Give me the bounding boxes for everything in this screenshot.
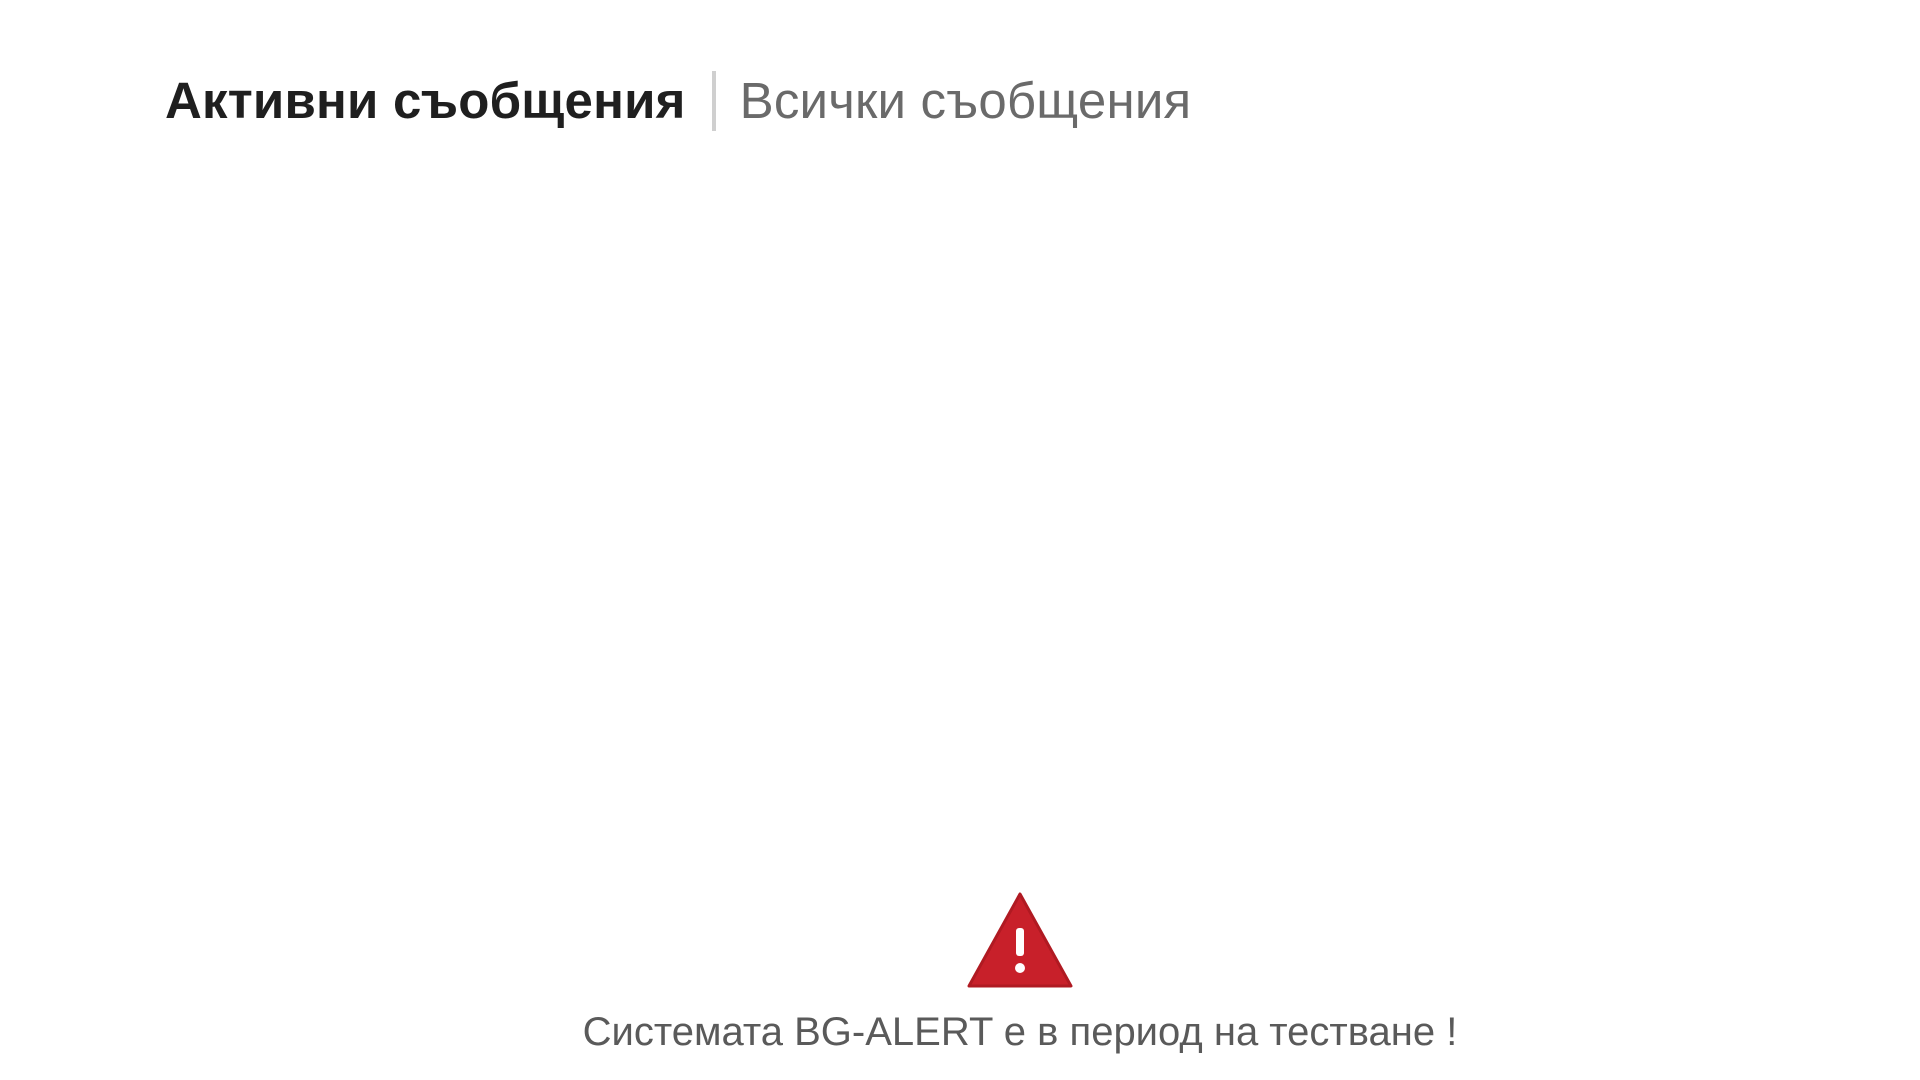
warning-triangle-icon — [967, 892, 1073, 988]
tab-all-messages[interactable]: Всички съобщения — [740, 66, 1192, 136]
message-tabs: Активни съобщения Всички съобщения — [165, 66, 1191, 136]
notice-text: Системата BG-ALERT е в период на тестван… — [582, 1010, 1458, 1054]
tab-active-messages[interactable]: Активни съобщения — [165, 66, 686, 136]
page: Активни съобщения Всички съобщения Систе… — [0, 0, 1920, 1080]
tab-divider — [711, 71, 716, 131]
testing-notice: Системата BG-ALERT е в период на тестван… — [0, 890, 1920, 1055]
